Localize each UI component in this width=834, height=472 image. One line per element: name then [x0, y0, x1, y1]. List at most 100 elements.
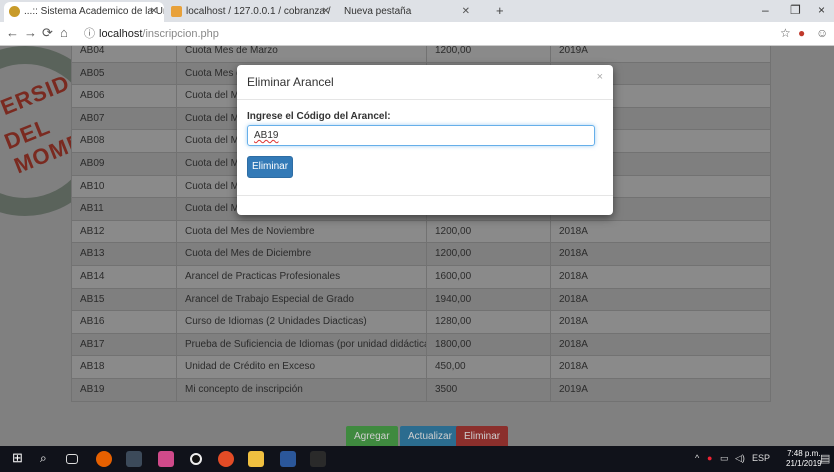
modal-footer-divider	[237, 195, 613, 196]
concept-cell: Cuota Mes de Marzo	[176, 46, 426, 62]
concept-cell: Arancel de Trabajo Especial de Grado	[176, 288, 426, 311]
search-icon[interactable]: ⌕	[40, 451, 56, 467]
notifications-icon[interactable]: ▤	[820, 452, 830, 465]
tab-phpmyadmin[interactable]: localhost / 127.0.0.1 / cobranza / ✕	[166, 2, 336, 22]
word-icon[interactable]	[280, 451, 296, 467]
code-cell: AB08	[71, 130, 176, 152]
firefox-icon[interactable]	[96, 451, 112, 467]
code-cell: AB18	[71, 356, 176, 378]
app-icon[interactable]	[126, 451, 142, 467]
code-cell: AB06	[71, 85, 176, 107]
windows-start-icon[interactable]: ⊞	[12, 450, 28, 466]
code-cell: AB07	[71, 107, 176, 130]
period-cell: 2018A	[550, 333, 771, 356]
code-cell: AB19	[71, 378, 176, 401]
minimize-button[interactable]: –	[762, 3, 769, 17]
tray-app-icon[interactable]: ●	[707, 453, 712, 463]
period-cell: 2018A	[550, 243, 771, 265]
amount-cell: 1200,00	[426, 243, 550, 265]
concept-cell: Cuota del Mes de Noviembre	[176, 220, 426, 243]
add-button[interactable]: Agregar	[346, 426, 398, 446]
tab-sistema-academico[interactable]: ...:: Sistema Academico de la Un ✕	[4, 2, 164, 22]
maximize-button[interactable]: ❐	[790, 3, 801, 17]
browser-tab-bar: ...:: Sistema Academico de la Un ✕ local…	[0, 0, 834, 22]
concept-cell: Mi concepto de inscripción	[176, 378, 426, 401]
table-row: AB12 Cuota del Mes de Noviembre 1200,00 201…	[71, 220, 771, 244]
code-cell: AB05	[71, 62, 176, 85]
period-cell: 2018A	[550, 311, 771, 333]
app-icon-dark[interactable]	[310, 451, 326, 467]
code-cell: AB14	[71, 265, 176, 288]
tab-close-icon[interactable]: ✕	[462, 2, 470, 22]
back-arrow-icon[interactable]: ←	[6, 25, 19, 40]
network-icon[interactable]: ▭	[720, 453, 729, 464]
code-cell: AB17	[71, 333, 176, 356]
delete-fee-modal: Eliminar Arancel × Ingrese el Código del…	[237, 65, 613, 215]
table-row: AB14 Arancel de Practicas Profesionales 16…	[71, 265, 771, 289]
amount-cell: 1200,00	[426, 46, 550, 62]
code-cell: AB12	[71, 220, 176, 243]
period-cell: 2018A	[550, 288, 771, 311]
concept-cell: Arancel de Practicas Profesionales	[176, 265, 426, 288]
code-cell: AB11	[71, 198, 176, 220]
code-cell: AB15	[71, 288, 176, 311]
task-view-icon[interactable]	[66, 454, 78, 464]
home-icon[interactable]: ⌂	[60, 25, 68, 40]
profile-icon[interactable]: ☺	[816, 26, 828, 40]
action-buttons: Agregar Actualizar Eliminar	[0, 426, 834, 446]
new-tab-button[interactable]: +	[496, 2, 504, 20]
confirm-delete-button[interactable]: Eliminar	[247, 156, 293, 178]
concept-cell: Cuota del Mes de Diciembre	[176, 243, 426, 265]
reload-icon[interactable]: ⟳	[42, 25, 53, 41]
delete-button[interactable]: Eliminar	[456, 426, 509, 446]
info-icon[interactable]: ⓘ	[84, 28, 95, 40]
show-hidden-icons-icon[interactable]: ^	[695, 453, 699, 463]
tab-nueva-pestana[interactable]: Nueva pestaña ✕	[336, 2, 476, 22]
concept-cell: Curso de Idiomas (2 Unidades Diacticas)	[176, 311, 426, 333]
amount-cell: 3500	[426, 378, 550, 401]
period-cell: 2018A	[550, 220, 771, 243]
fee-code-label: Ingrese el Código del Arancel:	[247, 111, 391, 122]
code-cell: AB04	[71, 46, 176, 62]
amount-cell: 1940,00	[426, 288, 550, 311]
windows-taskbar: ⊞ ⌕ ^ ● ▭ ◁) ESP 7:48 p.m. 21/1/2019 ▤	[0, 446, 834, 472]
app-icon-circle[interactable]	[190, 453, 202, 465]
tab-close-icon[interactable]: ✕	[150, 2, 158, 22]
app-icon-pink[interactable]	[158, 451, 174, 467]
amount-cell: 1200,00	[426, 220, 550, 243]
phpmyadmin-favicon-icon	[171, 6, 182, 17]
chrome-icon[interactable]	[218, 451, 234, 467]
close-window-button[interactable]: ×	[818, 3, 825, 17]
volume-icon[interactable]: ◁)	[735, 453, 745, 464]
code-cell: AB10	[71, 175, 176, 198]
bookmark-star-icon[interactable]: ☆	[780, 26, 791, 40]
amount-cell: 450,00	[426, 356, 550, 378]
concept-cell: Prueba de Suficiencia de Idiomas (por un…	[176, 333, 426, 356]
period-cell: 2019A	[550, 46, 771, 62]
table-row: AB15 Arancel de Trabajo Especial de Grado…	[71, 288, 771, 312]
site-favicon-icon	[9, 6, 20, 17]
browser-toolbar: ← → ⟳ ⌂ ⓘ localhost/inscripcion.php ☆ ● ☺	[0, 22, 834, 46]
extension-shield-icon[interactable]: ●	[798, 26, 805, 40]
code-cell: AB16	[71, 311, 176, 333]
concept-cell: Unidad de Crédito en Exceso	[176, 356, 426, 378]
file-explorer-icon[interactable]	[248, 451, 264, 467]
forward-arrow-icon[interactable]: →	[24, 25, 37, 40]
language-indicator[interactable]: ESP	[752, 453, 770, 463]
modal-close-icon[interactable]: ×	[597, 71, 603, 83]
table-row: AB17 Prueba de Suficiencia de Idiomas (po…	[71, 333, 771, 357]
table-row: AB04 Cuota Mes de Marzo 1200,00 2019A	[71, 46, 771, 63]
modal-title: Eliminar Arancel	[247, 75, 334, 89]
table-row: AB18 Unidad de Crédito en Exceso 450,00 201…	[71, 356, 771, 379]
fee-code-input[interactable]: AB19	[247, 125, 595, 146]
period-cell: 2019A	[550, 378, 771, 401]
amount-cell: 1280,00	[426, 311, 550, 333]
address-bar[interactable]: ⓘ localhost/inscripcion.php	[84, 25, 754, 43]
update-button[interactable]: Actualizar	[400, 426, 460, 446]
clock[interactable]: 7:48 p.m. 21/1/2019	[786, 449, 822, 469]
tab-close-icon[interactable]: ✕	[322, 2, 330, 22]
period-cell: 2018A	[550, 356, 771, 378]
amount-cell: 1600,00	[426, 265, 550, 288]
table-row: AB13 Cuota del Mes de Diciembre 1200,00 201…	[71, 243, 771, 266]
table-row: AB19 Mi concepto de inscripción 3500 2019A	[71, 378, 771, 402]
